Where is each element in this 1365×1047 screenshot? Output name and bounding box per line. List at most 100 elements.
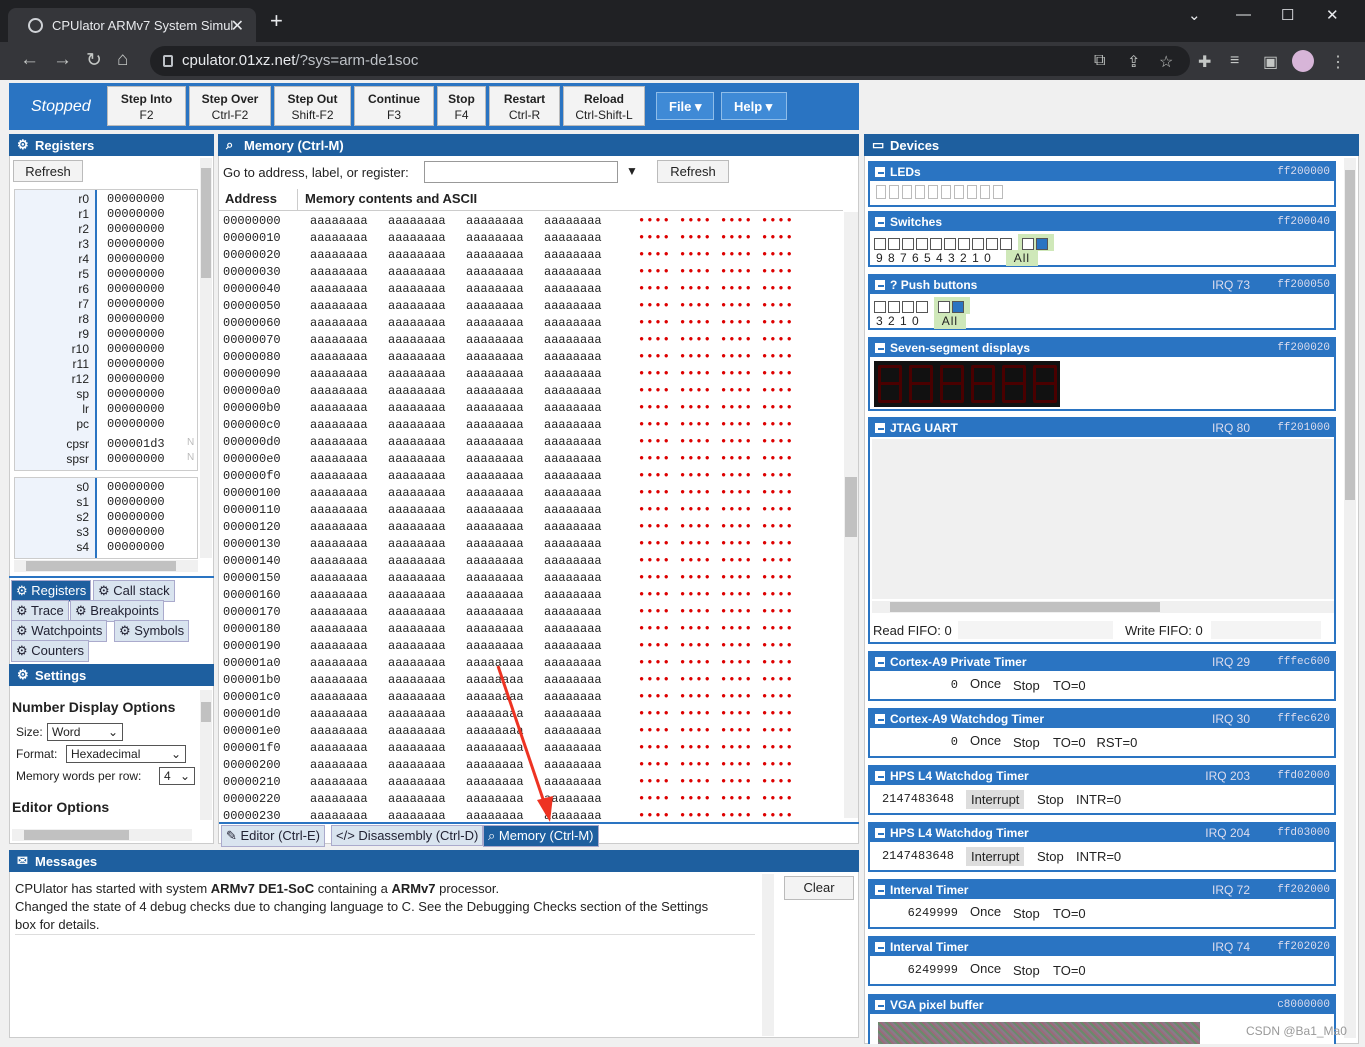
memory-word[interactable]: aaaaaaaa — [466, 401, 524, 415]
memory-word[interactable]: aaaaaaaa — [388, 316, 446, 330]
settings-scrollbar[interactable] — [200, 690, 212, 820]
timer-value[interactable]: 0 — [951, 678, 958, 692]
register-value[interactable]: 00000000 — [107, 297, 165, 311]
memory-word[interactable]: aaaaaaaa — [544, 486, 602, 500]
timer-stop-button[interactable]: Stop — [1037, 792, 1064, 807]
timer-mode-button[interactable]: Once — [970, 904, 1001, 919]
switch-checkboxes[interactable] — [870, 231, 1334, 251]
memory-word[interactable]: aaaaaaaa — [544, 503, 602, 517]
register-value[interactable]: 00000000 — [107, 282, 165, 296]
memory-word[interactable]: aaaaaaaa — [388, 367, 446, 381]
words-per-row-select[interactable]: 4 ⌄ — [159, 767, 195, 785]
continue-button[interactable]: Continue F3 — [354, 86, 434, 126]
switch-checkbox[interactable] — [874, 237, 886, 250]
memory-word[interactable]: aaaaaaaa — [310, 792, 368, 806]
media-icon[interactable]: ≡ — [1230, 52, 1239, 70]
memory-word[interactable]: aaaaaaaa — [544, 350, 602, 364]
memory-word[interactable]: aaaaaaaa — [388, 486, 446, 500]
memory-word[interactable]: aaaaaaaa — [388, 333, 446, 347]
register-value[interactable]: 00000000 — [107, 237, 165, 251]
timer-mode-button[interactable]: Interrupt — [966, 847, 1025, 866]
memory-word[interactable]: aaaaaaaa — [466, 554, 524, 568]
memory-word[interactable]: aaaaaaaa — [544, 622, 602, 636]
timer-stop-button[interactable]: Stop — [1013, 678, 1040, 693]
memory-word[interactable]: aaaaaaaa — [388, 520, 446, 534]
register-value[interactable]: 00000000 — [107, 495, 165, 509]
memory-word[interactable]: aaaaaaaa — [388, 469, 446, 483]
collapse-icon[interactable] — [875, 885, 885, 895]
memory-word[interactable]: aaaaaaaa — [544, 469, 602, 483]
memory-word[interactable]: aaaaaaaa — [466, 418, 524, 432]
switch-checkbox[interactable] — [958, 237, 970, 250]
memory-word[interactable]: aaaaaaaa — [310, 214, 368, 228]
register-value[interactable]: 00000000 — [107, 192, 165, 206]
memory-word[interactable]: aaaaaaaa — [466, 520, 524, 534]
forward-icon[interactable]: → — [53, 49, 72, 71]
memory-word[interactable]: aaaaaaaa — [388, 401, 446, 415]
register-value[interactable]: 00000000 — [107, 540, 165, 554]
menu-icon[interactable]: ⋮ — [1330, 52, 1346, 72]
memory-word[interactable]: aaaaaaaa — [388, 231, 446, 245]
register-value[interactable]: 00000000 — [107, 327, 165, 341]
register-value[interactable]: 00000000 — [107, 402, 165, 416]
memory-word[interactable]: aaaaaaaa — [544, 639, 602, 653]
register-value[interactable]: 00000000 — [107, 357, 165, 371]
memory-word[interactable]: aaaaaaaa — [466, 622, 524, 636]
memory-word[interactable]: aaaaaaaa — [310, 656, 368, 670]
memory-word[interactable]: aaaaaaaa — [466, 537, 524, 551]
collapse-icon[interactable] — [875, 343, 885, 353]
memory-word[interactable]: aaaaaaaa — [310, 265, 368, 279]
memory-word[interactable]: aaaaaaaa — [388, 588, 446, 602]
register-value[interactable]: 00000000 — [107, 525, 165, 539]
timer-value[interactable]: 6249999 — [908, 906, 958, 920]
push-checkboxes[interactable] — [870, 294, 1334, 314]
timer-stop-button[interactable]: Stop — [1037, 849, 1064, 864]
collapse-icon[interactable] — [875, 771, 885, 781]
goto-dropdown-icon[interactable]: ▼ — [626, 164, 638, 178]
restart-button[interactable]: Restart Ctrl-R — [489, 86, 560, 126]
timer-value[interactable]: 0 — [951, 735, 958, 749]
memory-word[interactable]: aaaaaaaa — [466, 316, 524, 330]
back-icon[interactable]: ← — [20, 49, 39, 71]
register-value[interactable]: 00000000 — [107, 372, 165, 386]
tab-registers[interactable]: ⚙ Registers — [11, 580, 92, 602]
switch-checkbox[interactable] — [944, 237, 956, 250]
memory-word[interactable]: aaaaaaaa — [310, 418, 368, 432]
register-value[interactable]: 00000000 — [107, 312, 165, 326]
memory-word[interactable]: aaaaaaaa — [544, 299, 602, 313]
memory-word[interactable]: aaaaaaaa — [388, 299, 446, 313]
register-value[interactable]: 00000000 — [107, 417, 165, 431]
memory-word[interactable]: aaaaaaaa — [310, 384, 368, 398]
reload-button[interactable]: Reload Ctrl-Shift-L — [563, 86, 645, 126]
memory-word[interactable]: aaaaaaaa — [388, 571, 446, 585]
switch-checkbox[interactable] — [972, 237, 984, 250]
step-out-button[interactable]: Step Out Shift-F2 — [274, 86, 351, 126]
memory-word[interactable]: aaaaaaaa — [466, 367, 524, 381]
memory-word[interactable]: aaaaaaaa — [388, 673, 446, 687]
memory-word[interactable]: aaaaaaaa — [310, 571, 368, 585]
memory-word[interactable]: aaaaaaaa — [466, 571, 524, 585]
help-icon[interactable]: ? — [890, 278, 897, 292]
switch-checkbox[interactable] — [986, 237, 998, 250]
memory-word[interactable]: aaaaaaaa — [310, 588, 368, 602]
memory-word[interactable]: aaaaaaaa — [544, 316, 602, 330]
register-value[interactable]: 00000000 — [107, 452, 165, 466]
memory-word[interactable]: aaaaaaaa — [388, 384, 446, 398]
register-value[interactable]: 00000000 — [107, 267, 165, 281]
tab-counters[interactable]: ⚙ Counters — [11, 640, 90, 662]
jtag-hscrollbar[interactable] — [872, 601, 1334, 613]
register-value[interactable]: 00000000 — [107, 510, 165, 524]
memory-word[interactable]: aaaaaaaa — [388, 605, 446, 619]
window-close-button[interactable]: ✕ — [1326, 6, 1339, 24]
tab-disassembly[interactable]: </> Disassembly (Ctrl-D) — [331, 825, 484, 846]
register-value[interactable]: 00000000 — [107, 480, 165, 494]
minimize-button[interactable]: — — [1236, 6, 1251, 23]
memory-word[interactable]: aaaaaaaa — [310, 537, 368, 551]
memory-word[interactable]: aaaaaaaa — [310, 554, 368, 568]
extensions-icon[interactable]: ✚ — [1198, 52, 1211, 72]
memory-word[interactable]: aaaaaaaa — [544, 333, 602, 347]
maximize-button[interactable]: ☐ — [1281, 6, 1294, 24]
jtag-terminal[interactable] — [872, 439, 1334, 599]
memory-word[interactable]: aaaaaaaa — [310, 503, 368, 517]
tab-breakpoints[interactable]: ⚙ Breakpoints — [70, 600, 164, 622]
